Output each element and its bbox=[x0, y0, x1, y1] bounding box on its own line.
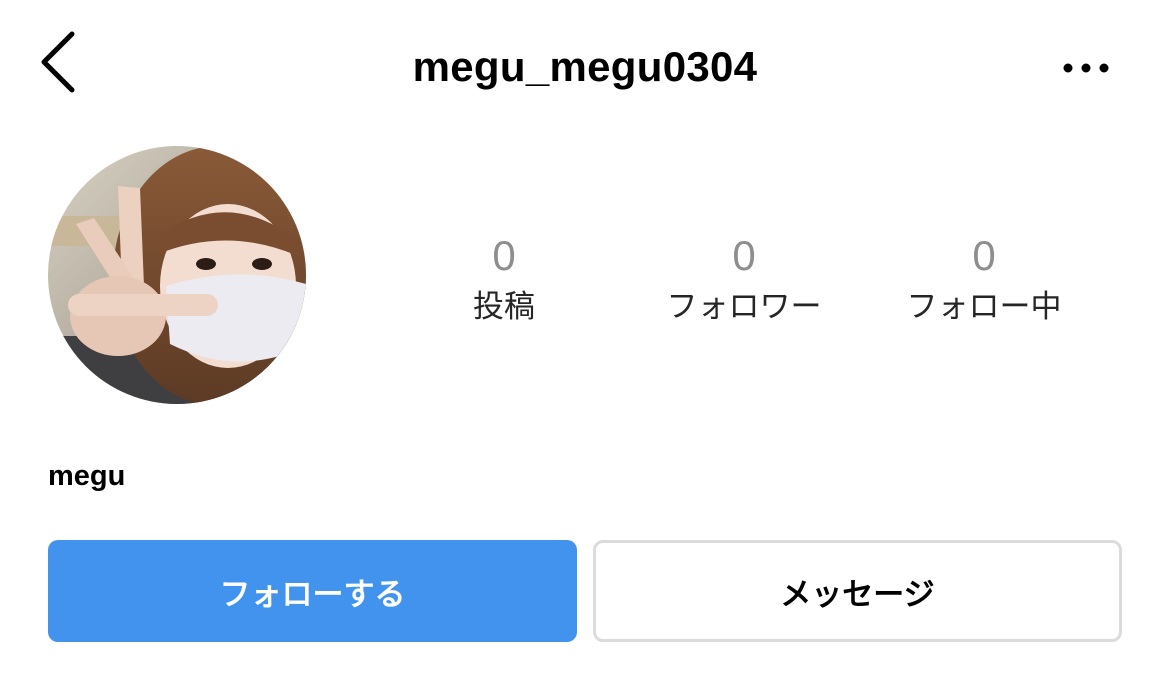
stat-following[interactable]: 0 フォロー中 bbox=[864, 228, 1104, 328]
stat-label: フォロー中 bbox=[906, 289, 1062, 325]
avatar[interactable] bbox=[48, 146, 306, 404]
profile-photo bbox=[48, 146, 306, 404]
message-button[interactable]: メッセージ bbox=[593, 540, 1122, 642]
stat-count: 0 bbox=[492, 232, 516, 279]
stat-count: 0 bbox=[972, 232, 996, 279]
page-title: megu_megu0304 bbox=[412, 43, 758, 90]
more-horizontal-icon bbox=[1063, 63, 1109, 73]
more-options-button[interactable] bbox=[1058, 50, 1118, 86]
stat-label: 投稿 bbox=[473, 289, 535, 325]
stat-count: 0 bbox=[732, 232, 756, 279]
profile-display-name: megu bbox=[48, 460, 126, 492]
follow-button[interactable]: フォローする bbox=[48, 540, 577, 642]
stat-followers[interactable]: 0 フォロワー bbox=[624, 228, 864, 328]
top-navigation-bar: megu_megu0304 bbox=[0, 0, 1170, 136]
stat-label: フォロワー bbox=[666, 289, 822, 325]
stat-posts[interactable]: 0 投稿 bbox=[384, 228, 624, 328]
